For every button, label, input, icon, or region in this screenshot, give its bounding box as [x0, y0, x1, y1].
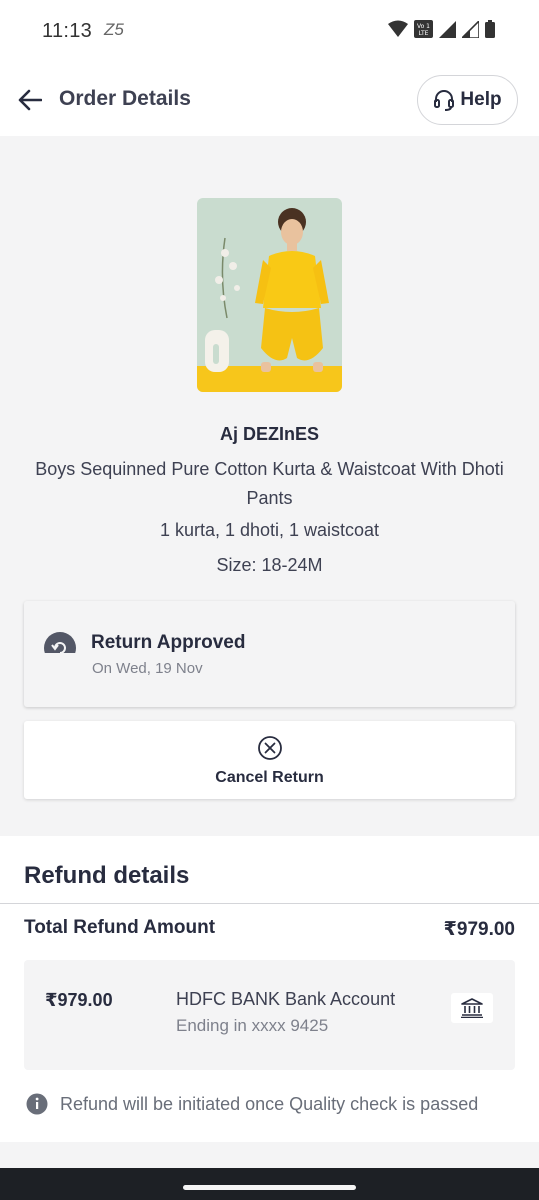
- product-size: Size: 18-24M: [216, 555, 323, 575]
- back-arrow-icon: [18, 89, 42, 111]
- total-refund-amount: ₹979.00: [443, 919, 515, 940]
- refund-section-title: Refund details: [24, 862, 190, 889]
- bank-account-ending: Ending in xxxx 9425: [176, 1016, 329, 1035]
- total-refund-label: Total Refund Amount: [24, 917, 216, 938]
- refund-method-card: ₹979.00 HDFC BANK Bank Account Ending in…: [24, 960, 515, 1070]
- svg-text:LTE: LTE: [419, 30, 429, 37]
- bank-account-name: HDFC BANK Bank Account: [176, 989, 396, 1009]
- product-brand: Aj DEZInES: [219, 424, 319, 444]
- refund-info-row: Refund will be initiated once Quality ch…: [26, 1093, 478, 1115]
- wifi-icon: [388, 20, 408, 37]
- signal-weak-icon: [462, 20, 479, 38]
- headset-icon: [434, 90, 455, 111]
- return-status-card: Return Approved On Wed, 19 Nov: [24, 601, 515, 707]
- product-name: Boys Sequinned Pure Cotton Kurta & Waist…: [35, 459, 504, 508]
- status-bar: 11:13 Z5 Vo 1 LTE: [0, 0, 539, 62]
- bank-icon: [451, 993, 493, 1023]
- refund-method-amount: ₹979.00: [45, 990, 113, 1010]
- product-contents: 1 kurta, 1 dhoti, 1 waistcoat: [159, 520, 380, 540]
- help-button[interactable]: Help: [417, 75, 518, 125]
- home-gesture-handle[interactable]: [183, 1185, 356, 1190]
- status-time: 11:13: [42, 20, 93, 42]
- volte-icon: Vo 1LTE: [414, 20, 433, 38]
- svg-text:Vo 1: Vo 1: [417, 23, 430, 30]
- return-status-date: On Wed, 19 Nov: [92, 660, 203, 677]
- close-circle-icon: [258, 736, 282, 760]
- app-header: Order Details Help: [0, 62, 539, 136]
- status-icons: Vo 1 LTE: [388, 20, 495, 38]
- refund-info-text: Refund will be initiated once Quality ch…: [60, 1093, 479, 1114]
- cancel-return-label: Cancel Return: [215, 769, 324, 786]
- system-nav-bar: [0, 1168, 539, 1200]
- help-label: Help: [460, 89, 502, 110]
- return-status-icon: [44, 631, 76, 653]
- return-status-title: Return Approved: [91, 632, 246, 653]
- cancel-return-button[interactable]: Cancel Return: [24, 721, 515, 799]
- page-title: Order Details: [59, 87, 191, 110]
- signal-icon: [439, 20, 456, 38]
- section-separator: [0, 1142, 539, 1168]
- product-image: [197, 198, 342, 392]
- info-icon: [26, 1093, 48, 1115]
- battery-icon: [485, 20, 495, 38]
- notification-icon: Z5: [104, 20, 124, 39]
- divider: [0, 903, 539, 904]
- back-button[interactable]: [14, 84, 46, 116]
